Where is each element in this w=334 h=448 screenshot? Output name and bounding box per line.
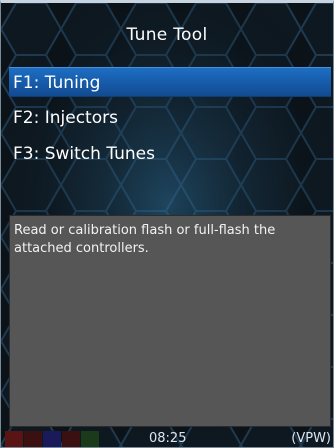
status-indicators — [5, 431, 100, 447]
description-panel: Read or calibration flash or full-flash … — [9, 215, 331, 427]
device-screen: Tune Tool F1: Tuning F2: Injectors F3: S… — [0, 0, 334, 448]
function-menu: F1: Tuning F2: Injectors F3: Switch Tune… — [9, 67, 331, 175]
menu-item-label: F2: Injectors — [13, 108, 118, 128]
menu-item-tuning[interactable]: F1: Tuning — [9, 67, 331, 97]
status-time: 08:25 — [149, 431, 187, 446]
page-title: Tune Tool — [126, 25, 208, 45]
description-text: Read or calibration flash or full-flash … — [14, 223, 276, 256]
menu-item-label: F1: Tuning — [13, 73, 101, 93]
menu-item-label: F3: Switch Tunes — [13, 144, 156, 164]
menu-item-injectors[interactable]: F2: Injectors — [9, 103, 331, 133]
title-bar: Tune Tool — [1, 17, 333, 53]
menu-item-switch-tunes[interactable]: F3: Switch Tunes — [9, 139, 331, 169]
status-indicator-4 — [62, 431, 80, 447]
status-indicator-2 — [24, 431, 42, 447]
status-protocol: (VPW) — [291, 431, 331, 446]
status-indicator-3 — [43, 431, 61, 447]
status-indicator-1 — [5, 431, 23, 447]
status-bar: 08:25 (VPW) — [1, 429, 333, 447]
status-indicator-5 — [81, 431, 99, 447]
